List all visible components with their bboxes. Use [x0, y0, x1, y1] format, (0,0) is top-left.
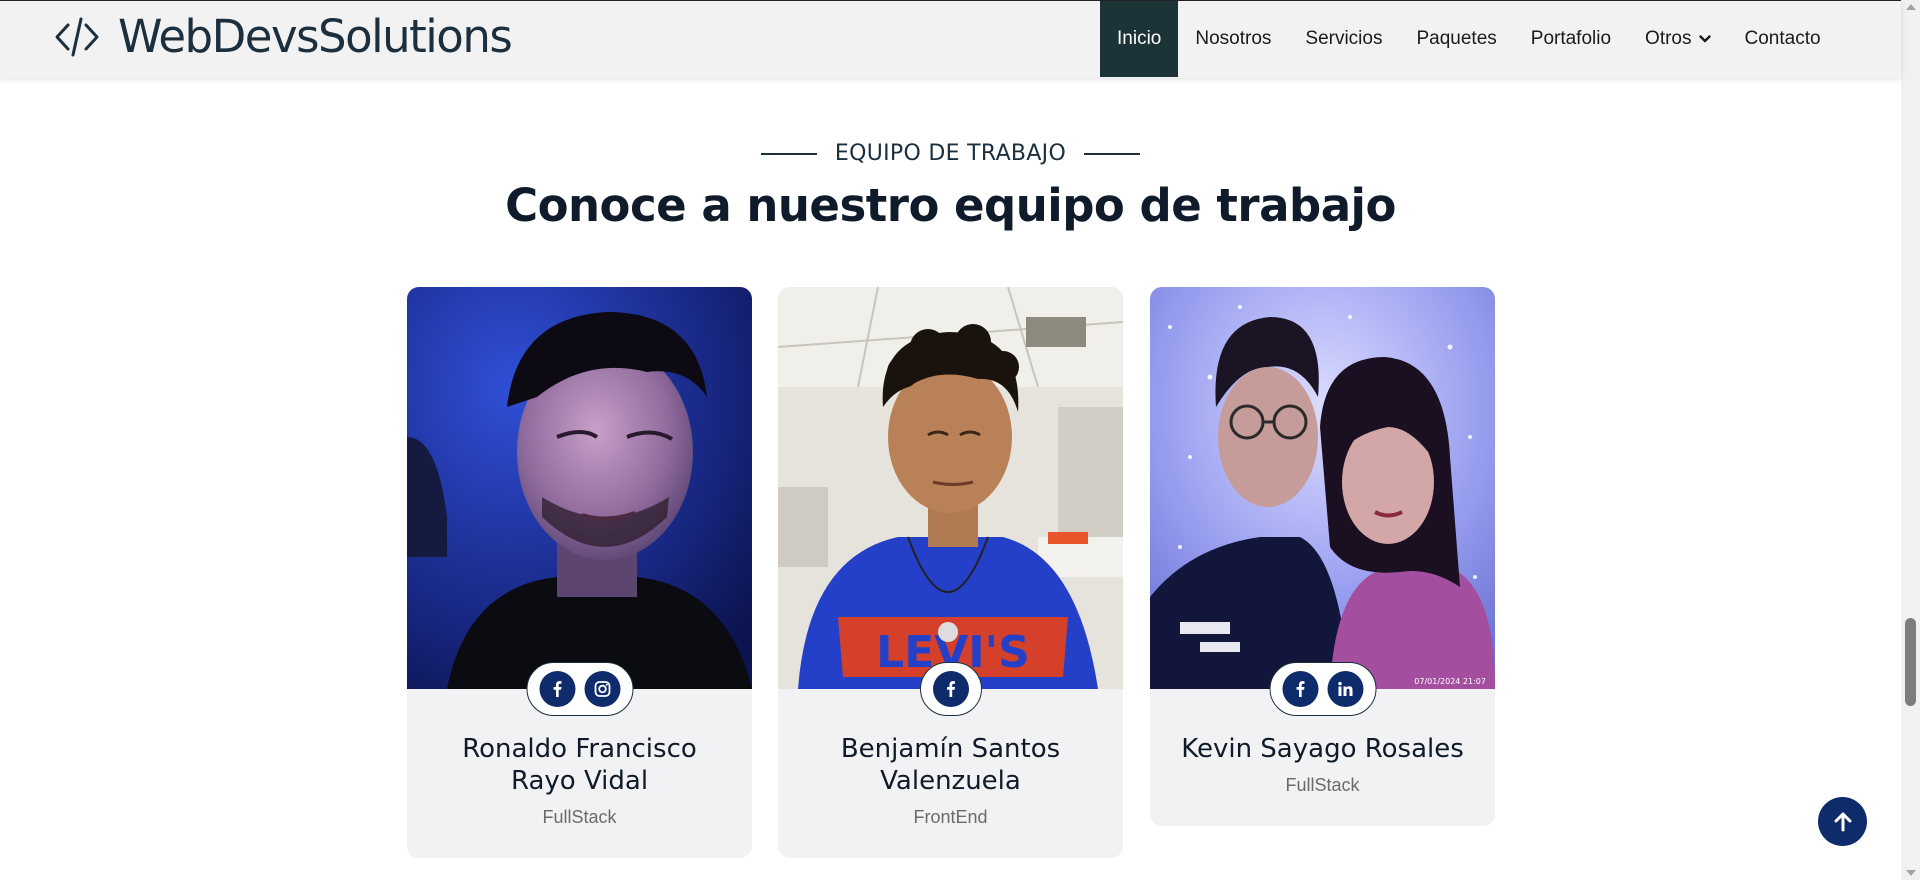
- code-brackets-icon: [55, 17, 99, 57]
- section-subtitle: EQUIPO DE TRABAJO: [834, 141, 1067, 166]
- nav-item-label: Portafolio: [1530, 28, 1612, 49]
- team-member-role: FullStack: [542, 807, 617, 827]
- nav-item-inicio[interactable]: Inicio: [1100, 1, 1179, 77]
- page-scrollbar[interactable]: [1901, 0, 1920, 880]
- team-member-name: Kevin Sayago Rosales: [1181, 734, 1464, 764]
- photo-timestamp: 07/01/2024 21:07: [1414, 677, 1486, 686]
- nav-item-label: Inicio: [1117, 28, 1162, 49]
- team-member-photo: 07/01/2024 21:07: [1150, 287, 1495, 689]
- nav-item-label: Paquetes: [1416, 28, 1497, 49]
- nav-item-label: Servicios: [1305, 28, 1383, 49]
- brand-name: WebDevsSolutions: [118, 10, 513, 63]
- nav-item-portafolio[interactable]: Portafolio: [1514, 1, 1628, 77]
- nav-item-nosotros[interactable]: Nosotros: [1178, 1, 1288, 77]
- brand-logo[interactable]: WebDevsSolutions: [54, 10, 513, 63]
- nav-item-servicios[interactable]: Servicios: [1288, 1, 1399, 77]
- nav-item-otros-dropdown[interactable]: Otros: [1628, 1, 1727, 77]
- social-links: [1269, 662, 1376, 716]
- team-member-name: Benjamín Santos Valenzuela: [840, 734, 1061, 796]
- nav-item-paquetes[interactable]: Paquetes: [1399, 1, 1513, 77]
- facebook-link-button[interactable]: [1282, 671, 1318, 707]
- team-card: LEVI'S Benjamín Santos Valenzuela FrontE…: [778, 287, 1123, 858]
- linkedin-icon: [1337, 681, 1352, 696]
- team-card: 07/01/2024 21:07 Kevin Sayago Rosales Fu…: [1150, 287, 1495, 826]
- facebook-link-button[interactable]: [932, 671, 969, 707]
- nav-item-label: Otros: [1645, 28, 1692, 49]
- facebook-icon: [553, 681, 561, 697]
- facebook-link-button[interactable]: [539, 671, 575, 707]
- facebook-icon: [946, 681, 955, 697]
- scroll-down-arrow-icon[interactable]: [1906, 870, 1916, 876]
- social-links: [919, 662, 982, 716]
- section-title: Conoce a nuestro equipo de trabajo: [505, 179, 1396, 232]
- instagram-link-button[interactable]: [584, 671, 620, 707]
- nav-item-label: Nosotros: [1195, 28, 1272, 49]
- section-subtitle-row: EQUIPO DE TRABAJO: [0, 141, 1901, 166]
- divider-line: [1084, 152, 1141, 155]
- linkedin-link-button[interactable]: [1327, 671, 1363, 707]
- nav-item-label: Contacto: [1744, 28, 1821, 49]
- facebook-icon: [1296, 681, 1304, 697]
- instagram-icon: [594, 681, 610, 697]
- scroll-to-top-button[interactable]: [1818, 797, 1867, 846]
- team-member-photo: LEVI'S: [778, 287, 1123, 689]
- scrollbar-thumb[interactable]: [1905, 618, 1916, 706]
- team-member-photo: [407, 287, 752, 689]
- team-member-name: Ronaldo Francisco Rayo Vidal: [462, 734, 697, 796]
- chevron-down-icon: [1698, 35, 1711, 43]
- social-links: [526, 662, 633, 716]
- nav-item-contacto[interactable]: Contacto: [1728, 1, 1838, 77]
- team-member-role: FullStack: [1285, 775, 1360, 795]
- divider-line: [760, 152, 817, 155]
- scroll-up-arrow-icon[interactable]: [1906, 4, 1916, 10]
- main-nav: Inicio Nosotros Servicios Paquetes Porta…: [1100, 1, 1838, 77]
- arrow-up-icon: [1834, 812, 1851, 831]
- team-member-role: FrontEnd: [913, 807, 988, 827]
- team-card: Ronaldo Francisco Rayo Vidal FullStack: [407, 287, 752, 858]
- navbar: WebDevsSolutions Inicio Nosotros Servici…: [0, 0, 1901, 78]
